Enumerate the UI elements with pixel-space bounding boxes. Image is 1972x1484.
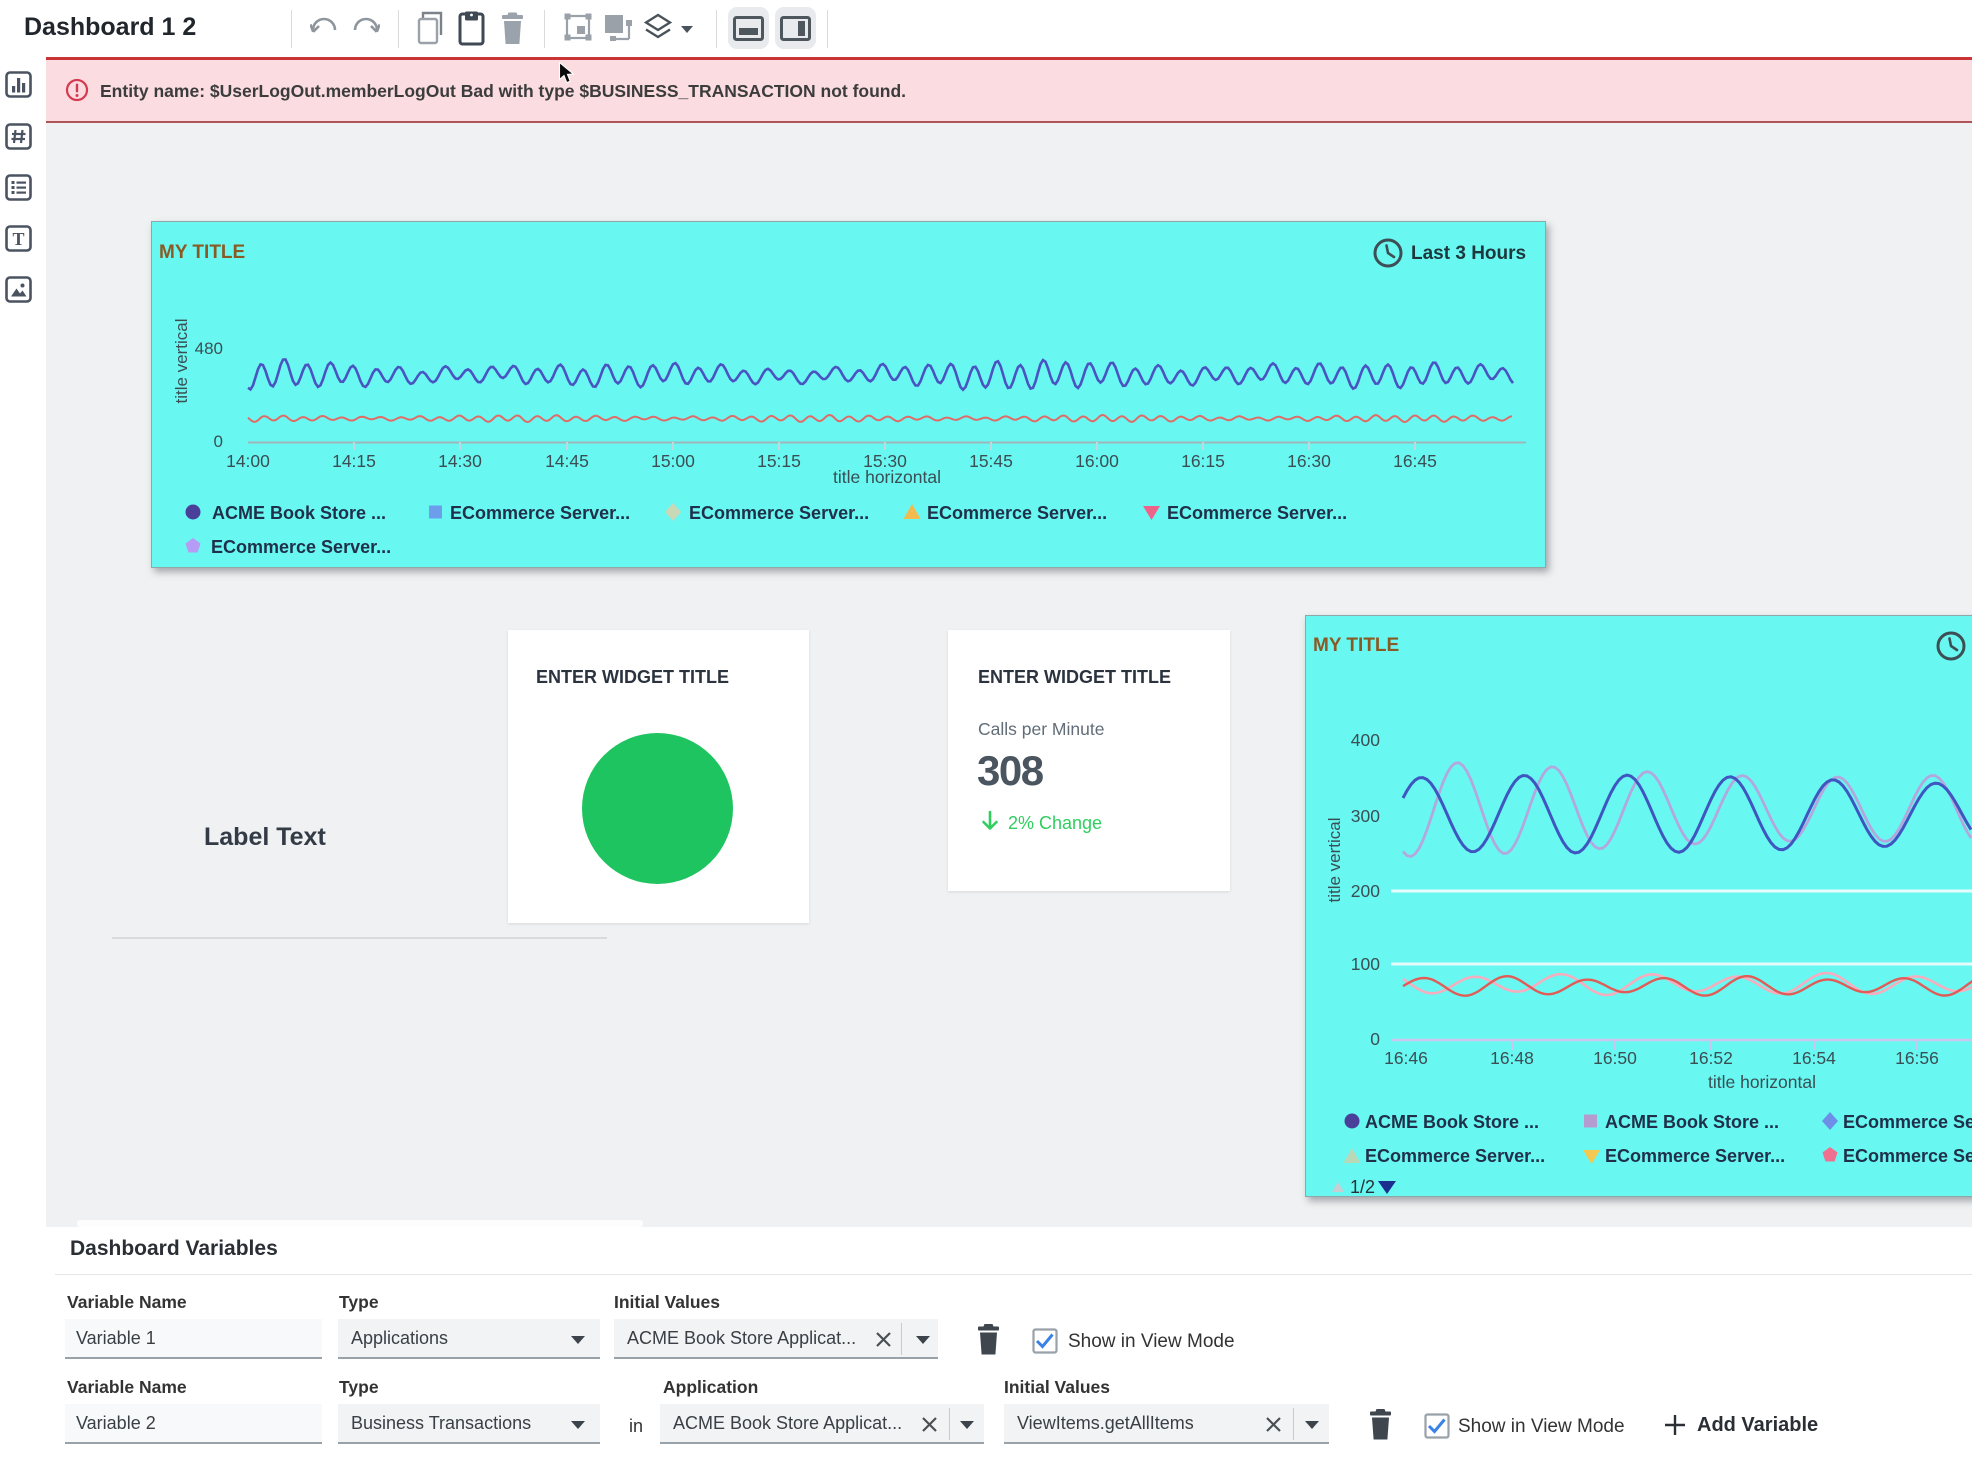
svg-text:14:45: 14:45 [545,451,589,471]
svg-text:T: T [12,229,24,249]
svg-text:16:15: 16:15 [1181,451,1225,471]
svg-text:ECommerce Server...: ECommerce Server... [927,503,1107,523]
svg-text:ECommerce Server...: ECommerce Server... [211,537,391,557]
svg-text:0: 0 [214,432,223,451]
svg-text:14:00: 14:00 [226,451,270,471]
svg-text:title horizontal: title horizontal [833,467,941,487]
svg-text:ACME Book Store ...: ACME Book Store ... [1605,1112,1779,1132]
svg-text:16:50: 16:50 [1593,1048,1637,1068]
svg-text:ECommerce Server...: ECommerce Server... [1843,1146,1972,1166]
svg-text:14:30: 14:30 [438,451,482,471]
svg-text:ACME Book Store ...: ACME Book Store ... [212,503,386,523]
svg-text:ECommerce Server...: ECommerce Server... [1167,503,1347,523]
svg-text:100: 100 [1351,954,1380,974]
svg-text:title horizontal: title horizontal [1708,1072,1816,1092]
svg-text:16:54: 16:54 [1792,1048,1836,1068]
svg-text:title vertical: title vertical [1325,817,1344,902]
svg-text:200: 200 [1351,881,1380,901]
svg-text:ECommerce Server...: ECommerce Server... [1365,1146,1545,1166]
svg-text:16:00: 16:00 [1075,451,1119,471]
svg-text:15:45: 15:45 [969,451,1013,471]
svg-text:1/2: 1/2 [1350,1177,1375,1196]
svg-text:14:15: 14:15 [332,451,376,471]
svg-text:15:15: 15:15 [757,451,801,471]
svg-text:16:56: 16:56 [1895,1048,1939,1068]
svg-text:title vertical: title vertical [172,318,191,403]
svg-text:480: 480 [195,339,223,358]
svg-text:400: 400 [1351,730,1380,750]
svg-text:ECommerce Server...: ECommerce Server... [1843,1112,1972,1132]
svg-text:ECommerce Server...: ECommerce Server... [450,503,630,523]
svg-text:15:00: 15:00 [651,451,695,471]
svg-text:16:30: 16:30 [1287,451,1331,471]
svg-text:ACME Book Store ...: ACME Book Store ... [1365,1112,1539,1132]
svg-text:300: 300 [1351,806,1380,826]
svg-text:16:52: 16:52 [1689,1048,1733,1068]
svg-text:ECommerce Server...: ECommerce Server... [689,503,869,523]
svg-text:16:48: 16:48 [1490,1048,1534,1068]
svg-text:0: 0 [1370,1029,1380,1049]
svg-text:16:46: 16:46 [1384,1048,1428,1068]
svg-text:16:45: 16:45 [1393,451,1437,471]
svg-text:ECommerce Server...: ECommerce Server... [1605,1146,1785,1166]
